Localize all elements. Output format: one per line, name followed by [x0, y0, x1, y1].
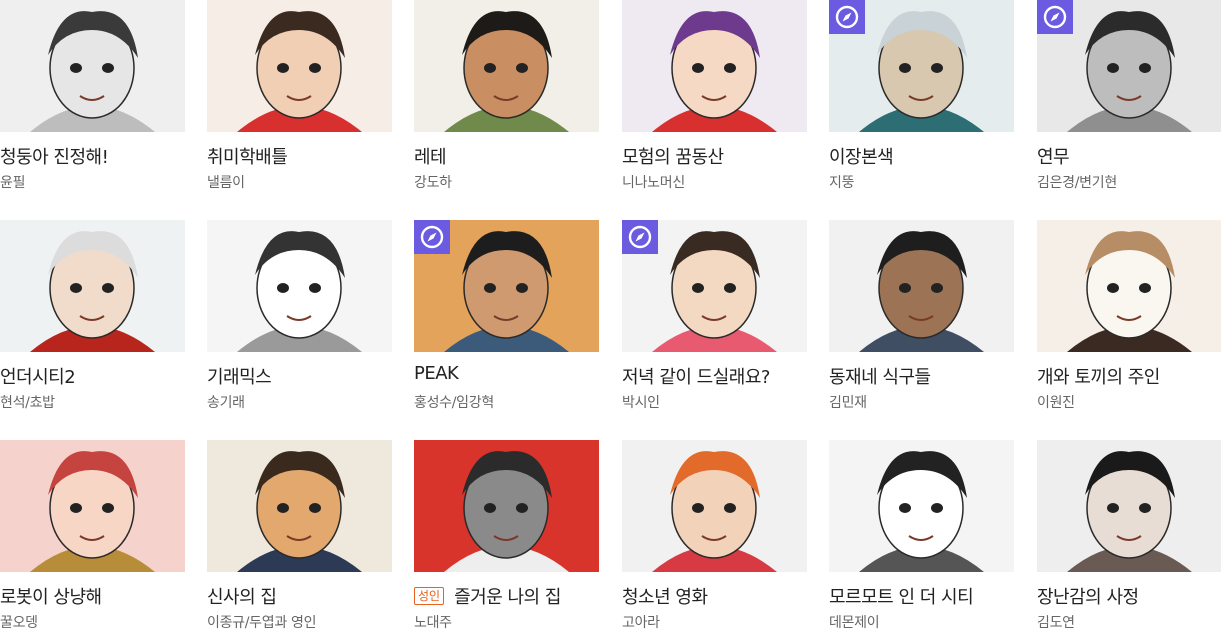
webtoon-title[interactable]: 모험의 꿈동산: [622, 143, 724, 169]
webtoon-card[interactable]: 연무김은경/변기현: [1037, 0, 1221, 200]
webtoon-title[interactable]: 저녁 같이 드실래요?: [622, 363, 770, 389]
webtoon-author: 홍성수/임강혁: [414, 395, 494, 411]
webtoon-thumbnail[interactable]: [0, 0, 185, 132]
webtoon-title[interactable]: 연무: [1037, 143, 1070, 169]
webtoon-author: 현석/쵸밥: [0, 395, 55, 411]
webtoon-author: 송기래: [207, 395, 245, 411]
webtoon-title[interactable]: 청소년 영화: [622, 583, 708, 609]
webtoon-title-text[interactable]: 언더시티2: [0, 367, 76, 388]
webtoon-thumbnail[interactable]: [207, 0, 392, 132]
webtoon-thumbnail[interactable]: [1037, 0, 1221, 132]
webtoon-title-text[interactable]: 청소년 영화: [622, 587, 708, 608]
webtoon-author: 꿀오뎅: [0, 615, 38, 631]
adult-badge: 성인: [414, 587, 445, 605]
webtoon-title-text[interactable]: 이장본색: [829, 147, 894, 168]
webtoon-title[interactable]: PEAK: [414, 363, 459, 384]
webtoon-title-text[interactable]: 동재네 식구들: [829, 367, 931, 388]
webtoon-title-text[interactable]: 신사의 집: [207, 587, 277, 608]
webtoon-title[interactable]: 청둥아 진정해!: [0, 143, 109, 169]
webtoon-title-text[interactable]: 모험의 꿈동산: [622, 147, 724, 168]
webtoon-title-text[interactable]: 개와 토끼의 주인: [1037, 367, 1160, 388]
webtoon-thumbnail[interactable]: [414, 0, 599, 132]
webtoon-author: 김민재: [829, 395, 867, 411]
webtoon-grid: 청둥아 진정해! 윤필 취미학배틀 낼름이 레테 강도하 모험의 꿈동산 니나노머신 이장본색 지…: [0, 0, 1221, 635]
webtoon-title-text[interactable]: 레테: [414, 147, 447, 168]
webtoon-card[interactable]: 신사의 집이종규/두엽과 영인: [207, 440, 392, 640]
webtoon-author: 윤필: [0, 175, 26, 191]
webtoon-card[interactable]: 장난감의 사정김도연: [1037, 440, 1221, 640]
webtoon-title-text[interactable]: 청둥아 진정해!: [0, 147, 109, 168]
webtoon-card[interactable]: 모험의 꿈동산니나노머신: [622, 0, 807, 200]
webtoon-thumbnail[interactable]: [1037, 220, 1221, 352]
webtoon-card[interactable]: 모르모트 인 더 시티데몬제이: [829, 440, 1014, 640]
webtoon-card[interactable]: 로봇이 상냥해꿀오뎅: [0, 440, 185, 640]
compass-icon: [622, 220, 658, 254]
webtoon-thumbnail[interactable]: [622, 220, 807, 352]
webtoon-card[interactable]: 취미학배틀낼름이: [207, 0, 392, 200]
webtoon-title[interactable]: 장난감의 사정: [1037, 583, 1139, 609]
webtoon-thumbnail[interactable]: [207, 440, 392, 572]
webtoon-title[interactable]: 로봇이 상냥해: [0, 583, 102, 609]
webtoon-title-text[interactable]: 장난감의 사정: [1037, 587, 1139, 608]
webtoon-title-text[interactable]: 연무: [1037, 147, 1070, 168]
webtoon-author: 니나노머신: [622, 175, 685, 191]
webtoon-thumbnail[interactable]: [829, 440, 1014, 572]
webtoon-thumbnail[interactable]: [1037, 440, 1221, 572]
webtoon-author: 낼름이: [207, 175, 245, 191]
webtoon-title[interactable]: 이장본색: [829, 143, 894, 169]
webtoon-title[interactable]: 모르모트 인 더 시티: [829, 583, 974, 609]
webtoon-author: 박시인: [622, 395, 660, 411]
webtoon-title[interactable]: 신사의 집: [207, 583, 277, 609]
webtoon-author: 이종규/두엽과 영인: [207, 615, 317, 631]
webtoon-author: 강도하: [414, 175, 452, 191]
webtoon-card[interactable]: 이장본색지뚱: [829, 0, 1014, 200]
webtoon-author: 김도연: [1037, 615, 1075, 631]
webtoon-thumbnail[interactable]: [829, 220, 1014, 352]
webtoon-thumbnail[interactable]: [0, 220, 185, 352]
webtoon-author: 고아라: [622, 615, 660, 631]
webtoon-author: 노대주: [414, 615, 452, 631]
webtoon-card[interactable]: 기래믹스송기래: [207, 220, 392, 420]
webtoon-title[interactable]: 동재네 식구들: [829, 363, 931, 389]
webtoon-title[interactable]: 취미학배틀: [207, 143, 288, 169]
webtoon-title-text[interactable]: 즐거운 나의 집: [454, 587, 561, 608]
webtoon-title[interactable]: 성인 즐거운 나의 집: [414, 583, 561, 609]
webtoon-title-text[interactable]: PEAK: [414, 363, 459, 384]
webtoon-author: 김은경/변기현: [1037, 175, 1117, 191]
webtoon-card[interactable]: 청둥아 진정해! 윤필: [0, 0, 185, 200]
compass-icon: [829, 0, 865, 34]
webtoon-thumbnail[interactable]: [622, 0, 807, 132]
webtoon-author: 지뚱: [829, 175, 855, 191]
webtoon-title-text[interactable]: 기래믹스: [207, 367, 272, 388]
webtoon-title-text[interactable]: 취미학배틀: [207, 147, 288, 168]
webtoon-title-text[interactable]: 저녁 같이 드실래요?: [622, 367, 770, 388]
webtoon-author: 이원진: [1037, 395, 1075, 411]
webtoon-thumbnail[interactable]: [829, 0, 1014, 132]
webtoon-card[interactable]: PEAK 홍성수/임강혁: [414, 220, 599, 420]
webtoon-card[interactable]: 청소년 영화고아라: [622, 440, 807, 640]
webtoon-title[interactable]: 개와 토끼의 주인: [1037, 363, 1160, 389]
compass-icon: [414, 220, 450, 254]
webtoon-title[interactable]: 언더시티2: [0, 363, 76, 389]
webtoon-title[interactable]: 레테: [414, 143, 447, 169]
webtoon-thumbnail[interactable]: [0, 440, 185, 572]
webtoon-thumbnail[interactable]: [414, 440, 599, 572]
webtoon-thumbnail[interactable]: [207, 220, 392, 352]
webtoon-card[interactable]: 개와 토끼의 주인이원진: [1037, 220, 1221, 420]
webtoon-card[interactable]: 저녁 같이 드실래요? 박시인: [622, 220, 807, 420]
compass-icon: [1037, 0, 1073, 34]
webtoon-thumbnail[interactable]: [622, 440, 807, 572]
webtoon-author: 데몬제이: [829, 615, 880, 631]
webtoon-title-text[interactable]: 모르모트 인 더 시티: [829, 587, 974, 608]
webtoon-card[interactable]: 성인 즐거운 나의 집 노대주: [414, 440, 599, 640]
webtoon-card[interactable]: 동재네 식구들김민재: [829, 220, 1014, 420]
webtoon-title-text[interactable]: 로봇이 상냥해: [0, 587, 102, 608]
webtoon-card[interactable]: 레테강도하: [414, 0, 599, 200]
webtoon-title[interactable]: 기래믹스: [207, 363, 272, 389]
webtoon-card[interactable]: 언더시티2 현석/쵸밥: [0, 220, 185, 420]
webtoon-thumbnail[interactable]: [414, 220, 599, 352]
